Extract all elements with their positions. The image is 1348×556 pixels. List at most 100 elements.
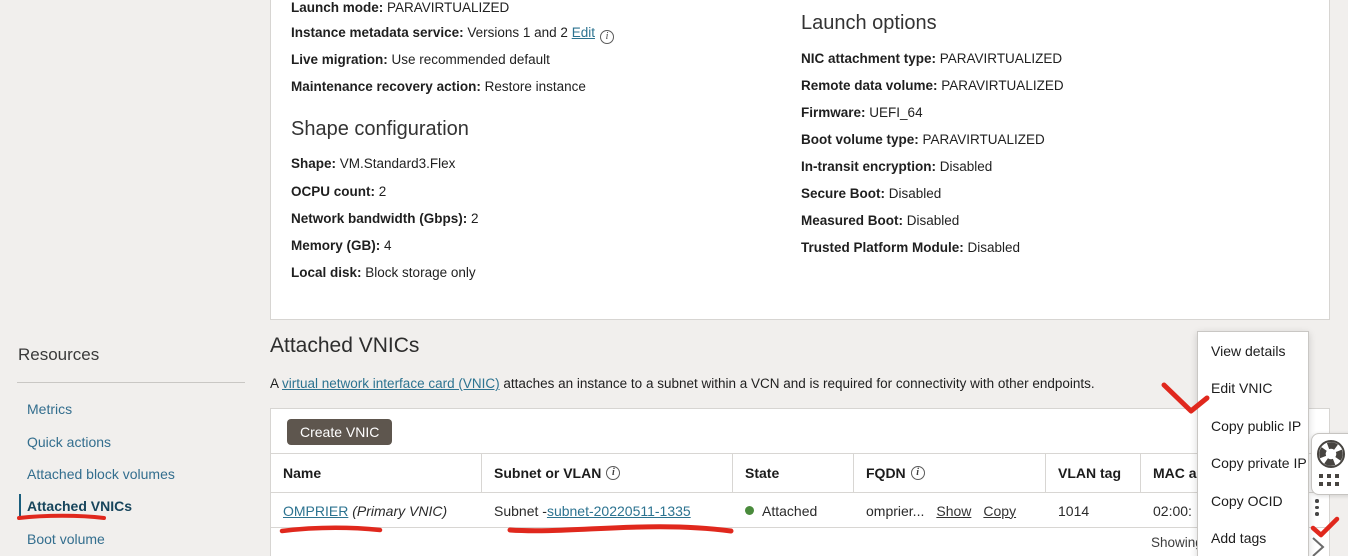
shape-label: Shape: [291, 156, 336, 171]
sidebar-item-quick-actions[interactable]: Quick actions [27, 434, 111, 450]
boot-volume-type-value: PARAVIRTUALIZED [923, 132, 1045, 147]
local-disk-label: Local disk: [291, 265, 362, 280]
row-actions-kebab-icon[interactable] [1315, 499, 1319, 516]
state-ok-dot [745, 506, 754, 515]
info-icon[interactable] [606, 466, 620, 480]
fqdn-copy-link[interactable]: Copy [983, 503, 1016, 519]
menu-item-view-details[interactable]: View details [1198, 332, 1308, 370]
boot-volume-type-label: Boot volume type: [801, 132, 919, 147]
launch-mode-label: Launch mode: [291, 0, 383, 15]
remote-data-volume-row: Remote data volume: PARAVIRTUALIZED [801, 78, 1064, 93]
tpm-label: Trusted Platform Module: [801, 240, 964, 255]
nic-attachment-row: NIC attachment type: PARAVIRTUALIZED [801, 51, 1062, 66]
menu-item-edit-vnic[interactable]: Edit VNIC [1198, 370, 1308, 408]
column-header-fqdn: FQDN [854, 454, 1046, 492]
fqdn-show-link[interactable]: Show [936, 503, 971, 519]
secure-boot-label: Secure Boot: [801, 186, 885, 201]
cell-name: OMPRIER (Primary VNIC) [271, 494, 482, 527]
shape-configuration-title: Shape configuration [291, 118, 469, 141]
secure-boot-value: Disabled [889, 186, 942, 201]
apps-grid-icon [1319, 474, 1339, 486]
attached-vnics-description: A virtual network interface card (VNIC) … [270, 376, 1095, 391]
sidebar-item-boot-volume[interactable]: Boot volume [27, 531, 105, 547]
sidebar-item-metrics[interactable]: Metrics [27, 401, 72, 417]
cell-state: Attached [733, 494, 854, 527]
cell-vlan-tag: 1014 [1046, 494, 1141, 527]
bandwidth-label: Network bandwidth (Gbps): [291, 211, 467, 226]
firmware-value: UEFI_64 [869, 105, 922, 120]
description-suffix: attaches an instance to a subnet within … [500, 376, 1095, 391]
column-header-vlan-tag: VLAN tag [1046, 454, 1141, 492]
maintenance-recovery-label: Maintenance recovery action: [291, 79, 481, 94]
annotation-underline-sidebar [19, 516, 104, 518]
oci-instance-details-page: Launch mode: PARAVIRTUALIZED Instance me… [0, 0, 1348, 556]
info-icon[interactable] [600, 30, 614, 44]
tpm-row: Trusted Platform Module: Disabled [801, 240, 1020, 255]
nic-attachment-value: PARAVIRTUALIZED [940, 51, 1062, 66]
fqdn-truncated: omprier... [866, 503, 924, 519]
in-transit-encryption-row: In-transit encryption: Disabled [801, 159, 992, 174]
chevron-right-icon[interactable] [1310, 536, 1326, 556]
in-transit-encryption-value: Disabled [940, 159, 993, 174]
measured-boot-row: Measured Boot: Disabled [801, 213, 959, 228]
secure-boot-row: Secure Boot: Disabled [801, 186, 941, 201]
state-text: Attached [762, 503, 817, 519]
local-disk-value: Block storage only [365, 265, 475, 280]
metadata-edit-link[interactable]: Edit [572, 25, 595, 40]
attached-vnics-title: Attached VNICs [270, 334, 419, 358]
cell-subnet: Subnet - subnet-20220511-1335 [482, 494, 733, 527]
sidebar-item-attached-block-volumes[interactable]: Attached block volumes [27, 466, 175, 482]
bandwidth-value: 2 [471, 211, 479, 226]
live-migration-label: Live migration: [291, 52, 388, 67]
subnet-link[interactable]: subnet-20220511-1335 [547, 503, 691, 519]
firmware-row: Firmware: UEFI_64 [801, 105, 923, 120]
menu-item-add-tags[interactable]: Add tags [1198, 520, 1308, 556]
launch-mode-value: PARAVIRTUALIZED [387, 0, 509, 15]
firmware-label: Firmware: [801, 105, 866, 120]
boot-volume-type-row: Boot volume type: PARAVIRTUALIZED [801, 132, 1045, 147]
maintenance-recovery-value: Restore instance [485, 79, 586, 94]
ocpu-value: 2 [379, 184, 387, 199]
live-migration-row: Live migration: Use recommended default [291, 52, 550, 67]
memory-value: 4 [384, 238, 392, 253]
resources-title: Resources [18, 345, 99, 365]
sidebar-item-attached-vnics[interactable]: Attached VNICs [27, 498, 132, 514]
memory-row: Memory (GB): 4 [291, 238, 392, 253]
menu-item-copy-ocid[interactable]: Copy OCID [1198, 482, 1308, 520]
measured-boot-value: Disabled [907, 213, 960, 228]
memory-label: Memory (GB): [291, 238, 380, 253]
assistant-widget[interactable] [1311, 433, 1348, 495]
bandwidth-row: Network bandwidth (Gbps): 2 [291, 211, 479, 226]
ocpu-row: OCPU count: 2 [291, 184, 386, 199]
vnic-name-link[interactable]: OMPRIER [283, 503, 348, 519]
local-disk-row: Local disk: Block storage only [291, 265, 476, 280]
create-vnic-button[interactable]: Create VNIC [287, 419, 392, 445]
menu-item-copy-public-ip[interactable]: Copy public IP [1198, 407, 1308, 445]
remote-data-volume-label: Remote data volume: [801, 78, 938, 93]
info-icon[interactable] [911, 466, 925, 480]
maintenance-recovery-row: Maintenance recovery action: Restore ins… [291, 79, 586, 94]
ocpu-label: OCPU count: [291, 184, 375, 199]
metadata-service-label: Instance metadata service: [291, 25, 464, 40]
tpm-value: Disabled [968, 240, 1021, 255]
primary-vnic-label: (Primary VNIC) [352, 503, 447, 519]
column-header-subnet: Subnet or VLAN [482, 454, 733, 492]
vnic-doc-link[interactable]: virtual network interface card (VNIC) [282, 376, 500, 391]
help-buoy-icon [1316, 438, 1346, 470]
subnet-header-label: Subnet or VLAN [494, 465, 601, 481]
live-migration-value: Use recommended default [392, 52, 550, 67]
menu-item-copy-private-ip[interactable]: Copy private IP [1198, 445, 1308, 483]
vnics-table-header: Name Subnet or VLAN State FQDN VLAN tag … [271, 453, 1329, 493]
subnet-prefix: Subnet - [494, 503, 547, 519]
remote-data-volume-value: PARAVIRTUALIZED [941, 78, 1063, 93]
shape-row: Shape: VM.Standard3.Flex [291, 156, 455, 171]
measured-boot-label: Measured Boot: [801, 213, 903, 228]
metadata-service-row: Instance metadata service: Versions 1 an… [291, 25, 614, 44]
in-transit-encryption-label: In-transit encryption: [801, 159, 936, 174]
launch-mode-row: Launch mode: PARAVIRTUALIZED [291, 0, 509, 15]
resources-divider [17, 382, 245, 383]
launch-options-title: Launch options [801, 12, 937, 35]
instance-details-card: Launch mode: PARAVIRTUALIZED Instance me… [270, 0, 1330, 320]
cell-fqdn: omprier... Show Copy [854, 494, 1046, 527]
nic-attachment-label: NIC attachment type: [801, 51, 936, 66]
